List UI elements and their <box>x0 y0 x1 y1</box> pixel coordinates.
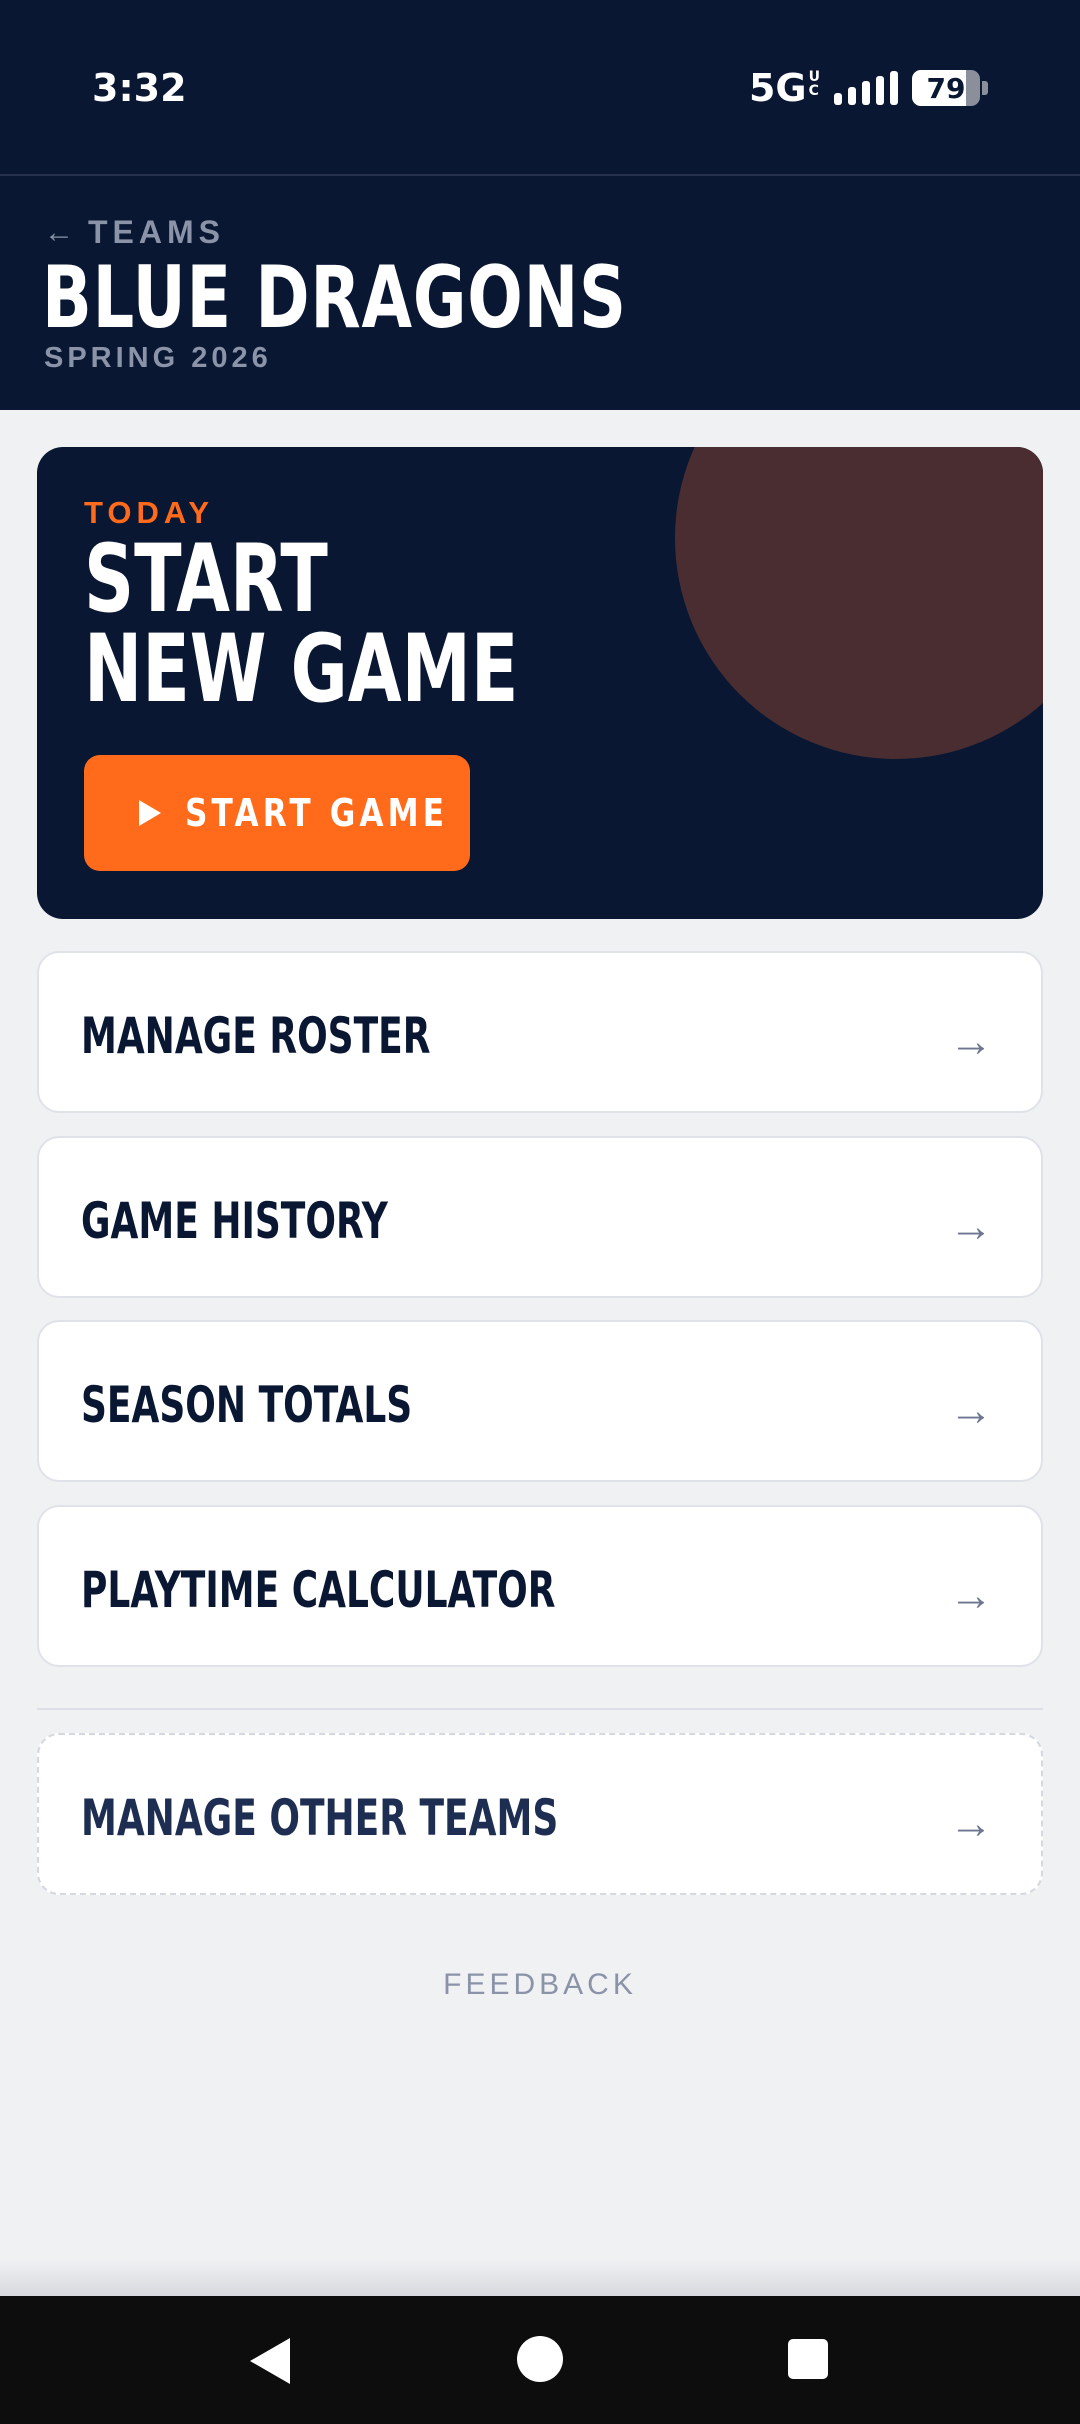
network-sup: U C <box>808 69 820 99</box>
menu-item-label: SEASON TOTALS <box>81 1376 413 1434</box>
arrow-right-icon: → <box>949 1799 993 1848</box>
arrow-right-icon: → <box>949 1386 993 1435</box>
menu-item-label: GAME HISTORY <box>81 1192 388 1250</box>
status-time: 3:32 <box>92 66 187 110</box>
system-nav-bar <box>0 2296 1080 2424</box>
play-icon <box>139 800 161 826</box>
menu-item-manage-roster[interactable]: MANAGE ROSTER → <box>37 951 1043 1113</box>
menu-item-playtime-calculator[interactable]: PLAYTIME CALCULATOR → <box>37 1505 1043 1667</box>
hero-title-line-2: NEW GAME <box>84 615 519 724</box>
status-bar: 3:32 5G U C 79 <box>0 0 1080 174</box>
decorative-circle <box>675 447 1043 759</box>
arrow-right-icon: → <box>949 1202 993 1251</box>
divider <box>37 1708 1043 1710</box>
feedback-link[interactable]: FEEDBACK <box>0 1968 1080 2002</box>
start-game-button[interactable]: START GAME <box>84 755 470 871</box>
hero-title-line-1: START <box>84 525 328 634</box>
menu-item-season-totals[interactable]: SEASON TOTALS → <box>37 1320 1043 1482</box>
back-icon[interactable] <box>250 2338 290 2384</box>
home-icon[interactable] <box>517 2336 563 2382</box>
team-header: ← TEAMS BLUE DRAGONS SPRING 2026 <box>0 174 1080 410</box>
hero-title: START NEW GAME <box>84 525 519 724</box>
battery-icon: 79 <box>912 70 980 106</box>
back-arrow-icon: ← <box>44 215 74 249</box>
season-label: SPRING 2026 <box>44 342 272 374</box>
start-game-card: TODAY START NEW GAME START GAME <box>37 447 1043 919</box>
page-title: BLUE DRAGONS <box>42 248 627 348</box>
start-game-label: START GAME <box>185 791 449 835</box>
battery-level: 79 <box>926 71 966 105</box>
menu-item-label: MANAGE ROSTER <box>81 1007 431 1065</box>
menu-item-label: PLAYTIME CALCULATOR <box>81 1561 556 1619</box>
network-label: 5G <box>748 66 807 110</box>
back-label: TEAMS <box>88 214 225 250</box>
back-to-teams-link[interactable]: ← TEAMS <box>44 214 225 251</box>
arrow-right-icon: → <box>949 1571 993 1620</box>
menu-item-manage-other-teams[interactable]: MANAGE OTHER TEAMS → <box>37 1733 1043 1895</box>
network-indicator: 5G U C <box>749 66 820 110</box>
menu-item-label: MANAGE OTHER TEAMS <box>81 1789 559 1847</box>
bottom-shadow <box>0 2260 1080 2296</box>
arrow-right-icon: → <box>949 1017 993 1066</box>
menu-item-game-history[interactable]: GAME HISTORY → <box>37 1136 1043 1298</box>
battery-tip <box>982 81 988 95</box>
status-icons: 5G U C 79 <box>749 66 988 110</box>
signal-icon <box>834 71 898 105</box>
recents-icon[interactable] <box>788 2339 828 2379</box>
